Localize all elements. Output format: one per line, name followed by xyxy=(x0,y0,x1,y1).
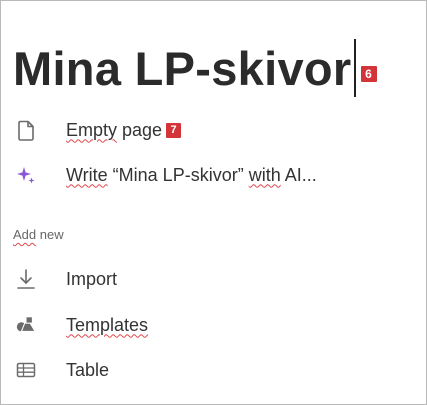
import-arrow-icon xyxy=(15,268,37,290)
add-new-heading: Add new xyxy=(13,227,64,242)
templates-option[interactable]: Templates xyxy=(15,309,406,341)
import-label: Import xyxy=(66,268,118,289)
annotation-badge-6: 6 xyxy=(360,66,377,82)
annotation-badge-7: 7 xyxy=(166,122,182,138)
empty-page-option[interactable]: Empty page 7 xyxy=(15,114,406,146)
write-with-ai-label: Write “Mina LP-skivor” with AI... xyxy=(66,164,317,185)
page-icon xyxy=(15,119,37,141)
table-grid-icon xyxy=(15,359,37,381)
templates-shapes-icon xyxy=(15,314,37,336)
table-option[interactable]: Table xyxy=(15,354,406,386)
page-title[interactable]: Mina LP-skivor xyxy=(13,41,352,96)
import-option[interactable]: Import xyxy=(15,263,406,295)
new-page-panel: Mina LP-skivor 6 Empty page 7 Write “Min… xyxy=(0,0,427,405)
empty-page-label: Empty page xyxy=(66,119,163,140)
ai-sparkle-icon xyxy=(15,164,37,186)
text-cursor xyxy=(353,39,356,97)
page-title-row: Mina LP-skivor 6 xyxy=(13,37,377,99)
write-with-ai-option[interactable]: Write “Mina LP-skivor” with AI... xyxy=(15,159,406,191)
templates-label: Templates xyxy=(66,314,149,335)
table-label: Table xyxy=(66,359,110,380)
